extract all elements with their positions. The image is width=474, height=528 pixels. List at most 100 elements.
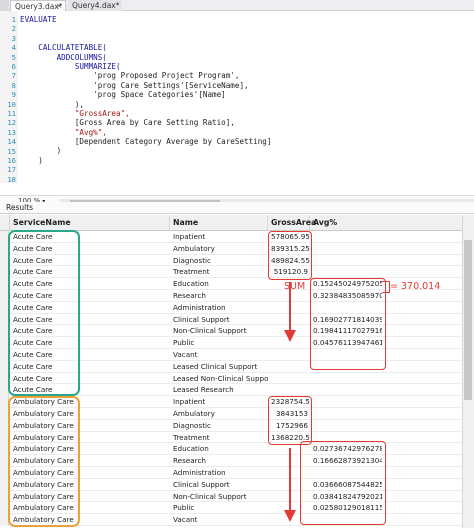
cell-avg[interactable] bbox=[310, 243, 382, 255]
cell-servicename[interactable]: Ambulatory Care bbox=[10, 479, 170, 491]
code-line[interactable]: ) bbox=[20, 146, 271, 155]
cell-servicename[interactable]: Ambulatory Care bbox=[10, 502, 170, 514]
cell-avg[interactable]: 0.0258012901811573 bbox=[310, 502, 382, 514]
cell-avg[interactable] bbox=[310, 408, 382, 420]
column-header-name[interactable]: Name bbox=[170, 215, 268, 231]
cell-name[interactable]: Leased Research bbox=[170, 384, 268, 396]
cell-grossarea[interactable]: 578065.95 bbox=[268, 231, 310, 243]
cell-avg[interactable]: 0.169027718140392 bbox=[310, 314, 382, 326]
row-selector[interactable] bbox=[0, 372, 9, 385]
code-line[interactable]: 'prog Space Categories'[Name] bbox=[20, 90, 271, 99]
code-line[interactable] bbox=[20, 165, 271, 174]
cell-name[interactable]: Non-Clinical Support bbox=[170, 491, 268, 503]
cell-grossarea[interactable]: 1368220.5 bbox=[268, 432, 310, 444]
cell-name[interactable]: Non-Clinical Support bbox=[170, 325, 268, 337]
cell-servicename[interactable]: Acute Care bbox=[10, 231, 170, 243]
code-line[interactable]: ADDCOLUMNS( bbox=[20, 53, 271, 62]
cell-servicename[interactable]: Acute Care bbox=[10, 325, 170, 337]
code-line[interactable] bbox=[20, 175, 271, 184]
tab-clipped[interactable] bbox=[0, 0, 9, 11]
cell-grossarea[interactable]: 519120.9 bbox=[268, 266, 310, 278]
cell-name[interactable]: Diagnostic bbox=[170, 420, 268, 432]
cell-avg[interactable] bbox=[310, 302, 382, 314]
code-line[interactable]: [Gross Area by Care Setting Ratio], bbox=[20, 118, 271, 127]
cell-grossarea[interactable]: 3843153 bbox=[268, 408, 310, 420]
cell-grossarea[interactable] bbox=[268, 514, 310, 526]
vertical-scrollbar-thumb[interactable] bbox=[464, 240, 472, 400]
cell-avg[interactable] bbox=[310, 349, 382, 361]
cell-grossarea[interactable]: 489824.55 bbox=[268, 255, 310, 267]
table-row[interactable]: Ambulatory Care Clinical Support 0.0366608… bbox=[0, 478, 474, 491]
cell-name[interactable]: Inpatient bbox=[170, 396, 268, 408]
row-selector[interactable] bbox=[0, 443, 9, 456]
cell-avg[interactable] bbox=[310, 514, 382, 526]
cell-name[interactable]: Research bbox=[170, 455, 268, 467]
cell-avg[interactable]: 0.0384182479202166 bbox=[310, 491, 382, 503]
code-line[interactable]: "Avg%", bbox=[20, 128, 271, 137]
code-line[interactable]: EVALUATE bbox=[20, 15, 271, 24]
row-selector[interactable] bbox=[0, 325, 9, 338]
cell-servicename[interactable]: Acute Care bbox=[10, 302, 170, 314]
row-selector[interactable] bbox=[0, 431, 9, 444]
row-selector[interactable] bbox=[0, 478, 9, 491]
cell-avg[interactable]: 0.0457611394746137 bbox=[310, 337, 382, 349]
tab-query3[interactable]: Query3.dax* × bbox=[10, 0, 66, 11]
cell-name[interactable]: Inpatient bbox=[170, 231, 268, 243]
cell-name[interactable]: Public bbox=[170, 502, 268, 514]
cell-name[interactable]: Administration bbox=[170, 302, 268, 314]
row-selector[interactable] bbox=[0, 514, 9, 526]
table-row[interactable]: Acute Care Vacant bbox=[0, 349, 474, 361]
row-selector[interactable] bbox=[0, 502, 9, 515]
table-row[interactable]: Ambulatory Care Diagnostic 1752966 bbox=[0, 419, 474, 432]
cell-avg[interactable] bbox=[310, 231, 382, 243]
table-row[interactable]: Acute Care Administration bbox=[0, 301, 474, 314]
cell-name[interactable]: Clinical Support bbox=[170, 479, 268, 491]
cell-grossarea[interactable] bbox=[268, 455, 310, 467]
tab-query4[interactable]: Query4.dax* bbox=[68, 0, 122, 11]
code-text[interactable]: EVALUATE CALCULATETABLE( ADDCOLUMNS( SUM… bbox=[20, 15, 271, 184]
cell-grossarea[interactable] bbox=[268, 337, 310, 349]
row-selector[interactable] bbox=[0, 290, 9, 302]
cell-name[interactable]: Administration bbox=[170, 467, 268, 479]
row-header-corner[interactable] bbox=[0, 215, 10, 231]
row-selector[interactable] bbox=[0, 384, 9, 397]
cell-grossarea[interactable] bbox=[268, 325, 310, 337]
table-row[interactable]: Ambulatory Care Non-Clinical Support 0.038… bbox=[0, 490, 474, 503]
table-row[interactable]: Acute Care Leased Research bbox=[0, 384, 474, 397]
row-selector[interactable] bbox=[0, 242, 9, 255]
cell-avg[interactable] bbox=[310, 432, 382, 444]
cell-grossarea[interactable] bbox=[268, 443, 310, 455]
cell-avg[interactable]: 0.0273674297627862 bbox=[310, 443, 382, 455]
cell-avg[interactable] bbox=[310, 266, 382, 278]
cell-servicename[interactable]: Acute Care bbox=[10, 314, 170, 326]
cell-servicename[interactable]: Ambulatory Care bbox=[10, 443, 170, 455]
row-selector[interactable] bbox=[0, 278, 9, 290]
cell-servicename[interactable]: Acute Care bbox=[10, 349, 170, 361]
row-selector[interactable] bbox=[0, 396, 9, 408]
cell-grossarea[interactable] bbox=[268, 349, 310, 361]
cell-name[interactable]: Ambulatory bbox=[170, 408, 268, 420]
row-selector[interactable] bbox=[0, 490, 9, 503]
cell-servicename[interactable]: Acute Care bbox=[10, 243, 170, 255]
cell-avg[interactable] bbox=[310, 373, 382, 385]
row-selector[interactable] bbox=[0, 337, 9, 349]
column-header-avg[interactable]: Avg% bbox=[310, 215, 462, 231]
code-line[interactable]: "GrossArea", bbox=[20, 109, 271, 118]
cell-grossarea[interactable] bbox=[268, 314, 310, 326]
table-row[interactable]: Ambulatory Care Vacant bbox=[0, 514, 474, 526]
code-line[interactable]: 'prog Proposed Project Program', bbox=[20, 71, 271, 80]
cell-avg[interactable] bbox=[310, 384, 382, 396]
code-line[interactable] bbox=[20, 34, 271, 43]
cell-avg[interactable] bbox=[310, 255, 382, 267]
cell-name[interactable]: Treatment bbox=[170, 432, 268, 444]
row-selector[interactable] bbox=[0, 231, 9, 243]
table-row[interactable]: Acute Care Treatment 519120.9 bbox=[0, 266, 474, 279]
cell-name[interactable]: Public bbox=[170, 337, 268, 349]
row-selector[interactable] bbox=[0, 419, 9, 432]
cell-name[interactable]: Education bbox=[170, 278, 268, 290]
table-row[interactable]: Acute Care Non-Clinical Support 0.19841117… bbox=[0, 325, 474, 338]
cell-avg[interactable]: 0.166628739213041 bbox=[310, 455, 382, 467]
cell-name[interactable]: Treatment bbox=[170, 266, 268, 278]
row-selector[interactable] bbox=[0, 455, 9, 467]
column-header-servicename[interactable]: ServiceName bbox=[10, 215, 170, 231]
